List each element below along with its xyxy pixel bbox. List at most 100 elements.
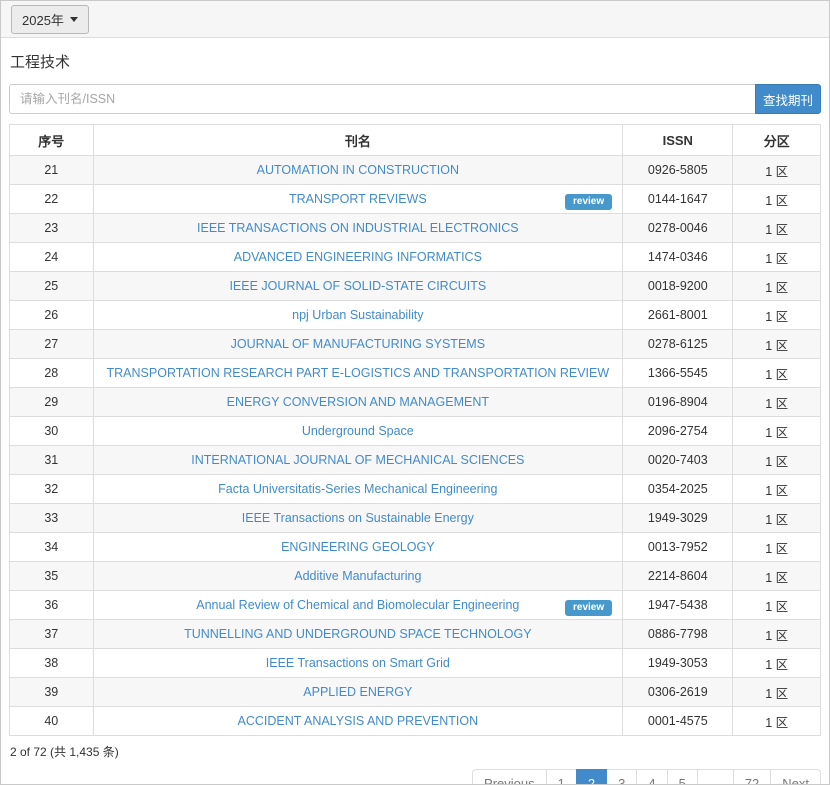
partition-cell: 1 区 xyxy=(733,707,821,736)
journal-name-link[interactable]: TUNNELLING AND UNDERGROUND SPACE TECHNOL… xyxy=(184,627,532,641)
partition-cell: 1 区 xyxy=(733,156,821,185)
issn-cell: 0354-2025 xyxy=(623,475,733,504)
journal-name-link[interactable]: IEEE Transactions on Sustainable Energy xyxy=(242,511,474,525)
table-row: 34ENGINEERING GEOLOGY0013-79521 区 xyxy=(10,533,821,562)
journal-search-bar: 查找期刊 xyxy=(9,84,821,114)
journal-name-link[interactable]: JOURNAL OF MANUFACTURING SYSTEMS xyxy=(231,337,485,351)
journal-name-link[interactable]: npj Urban Sustainability xyxy=(292,308,423,322)
journal-name-cell: TRANSPORT REVIEWS review xyxy=(93,185,623,214)
table-row: 21AUTOMATION IN CONSTRUCTION0926-58051 区 xyxy=(10,156,821,185)
page-button-1[interactable]: 1 xyxy=(546,769,577,785)
journal-name-link[interactable]: ADVANCED ENGINEERING INFORMATICS xyxy=(234,250,482,264)
table-row: 30Underground Space2096-27541 区 xyxy=(10,417,821,446)
review-badge: review xyxy=(565,600,612,616)
page-title: 工程技术 xyxy=(10,51,821,72)
table-row: 35Additive Manufacturing2214-86041 区 xyxy=(10,562,821,591)
table-row: 32 Facta Universitatis-Series Mechanical … xyxy=(10,475,821,504)
journal-partition-page: 2025年 工程技术 查找期刊 序号 刊名 ISSN 分区 21AUTOMATI… xyxy=(0,0,830,785)
issn-cell: 0018-9200 xyxy=(623,272,733,301)
table-row: 33IEEE Transactions on Sustainable Energ… xyxy=(10,504,821,533)
page-button-next[interactable]: Next xyxy=(770,769,821,785)
table-footer: 2 of 72 (共 1,435 条) Previous12345…72Next xyxy=(9,743,821,785)
content-area: 工程技术 查找期刊 序号 刊名 ISSN 分区 21AUTOMATION IN … xyxy=(1,51,829,785)
table-row: 22 TRANSPORT REVIEWS review 0144-16471 区 xyxy=(10,185,821,214)
journal-name-link[interactable]: AUTOMATION IN CONSTRUCTION xyxy=(257,163,459,177)
journal-name-link[interactable]: Underground Space xyxy=(302,424,414,438)
journal-name-cell: AUTOMATION IN CONSTRUCTION xyxy=(93,156,623,185)
journal-name-link[interactable]: ENGINEERING GEOLOGY xyxy=(281,540,435,554)
journal-name-link[interactable]: TRANSPORTATION RESEARCH PART E-LOGISTICS… xyxy=(107,366,610,380)
search-input[interactable] xyxy=(9,84,756,114)
journal-name-link[interactable]: IEEE Transactions on Smart Grid xyxy=(266,656,450,670)
issn-cell: 0144-1647 xyxy=(623,185,733,214)
journal-name-cell: IEEE TRANSACTIONS ON INDUSTRIAL ELECTRON… xyxy=(93,214,623,243)
journal-name-cell: ENERGY CONVERSION AND MANAGEMENT xyxy=(93,388,623,417)
row-index: 25 xyxy=(10,272,94,301)
journal-name-cell: npj Urban Sustainability xyxy=(93,301,623,330)
table-row: 23 IEEE TRANSACTIONS ON INDUSTRIAL ELECTR… xyxy=(10,214,821,243)
row-index: 29 xyxy=(10,388,94,417)
page-button-previous[interactable]: Previous xyxy=(472,769,547,785)
row-index: 34 xyxy=(10,533,94,562)
partition-cell: 1 区 xyxy=(733,301,821,330)
issn-cell: 1947-5438 xyxy=(623,591,733,620)
page-button-5[interactable]: 5 xyxy=(667,769,698,785)
row-index: 21 xyxy=(10,156,94,185)
page-button-2[interactable]: 2 xyxy=(576,769,607,785)
journal-name-link[interactable]: Annual Review of Chemical and Biomolecul… xyxy=(196,598,519,612)
journal-name-cell: ADVANCED ENGINEERING INFORMATICS xyxy=(93,243,623,272)
journal-name-link[interactable]: Facta Universitatis-Series Mechanical En… xyxy=(218,482,497,496)
row-index: 22 xyxy=(10,185,94,214)
page-button-4[interactable]: 4 xyxy=(636,769,667,785)
pagination-row: Previous12345…72Next xyxy=(9,769,821,785)
journal-table-body: 21AUTOMATION IN CONSTRUCTION0926-58051 区… xyxy=(10,156,821,736)
issn-cell: 1366-5545 xyxy=(623,359,733,388)
journal-name-cell: Facta Universitatis-Series Mechanical En… xyxy=(93,475,623,504)
table-row: 36Annual Review of Chemical and Biomolec… xyxy=(10,591,821,620)
issn-cell: 1949-3029 xyxy=(623,504,733,533)
partition-cell: 1 区 xyxy=(733,678,821,707)
search-journal-button[interactable]: 查找期刊 xyxy=(755,84,821,114)
review-badge: review xyxy=(565,194,612,210)
partition-cell: 1 区 xyxy=(733,185,821,214)
issn-cell: 0020-7403 xyxy=(623,446,733,475)
issn-cell: 0306-2619 xyxy=(623,678,733,707)
journal-name-cell: ENGINEERING GEOLOGY xyxy=(93,533,623,562)
table-row: 38IEEE Transactions on Smart Grid1949-30… xyxy=(10,649,821,678)
journal-name-link[interactable]: ACCIDENT ANALYSIS AND PREVENTION xyxy=(238,714,479,728)
table-row: 24ADVANCED ENGINEERING INFORMATICS1474-0… xyxy=(10,243,821,272)
journal-name-link[interactable]: IEEE TRANSACTIONS ON INDUSTRIAL ELECTRON… xyxy=(197,221,519,235)
table-row: 39APPLIED ENERGY0306-26191 区 xyxy=(10,678,821,707)
table-row: 26npj Urban Sustainability2661-80011 区 xyxy=(10,301,821,330)
issn-cell: 1474-0346 xyxy=(623,243,733,272)
issn-cell: 0001-4575 xyxy=(623,707,733,736)
year-dropdown-button[interactable]: 2025年 xyxy=(11,5,89,34)
row-index: 27 xyxy=(10,330,94,359)
page-button-3[interactable]: 3 xyxy=(606,769,637,785)
row-index: 35 xyxy=(10,562,94,591)
journal-name-link[interactable]: TRANSPORT REVIEWS xyxy=(289,192,427,206)
journal-name-link[interactable]: APPLIED ENERGY xyxy=(303,685,412,699)
journal-name-link[interactable]: INTERNATIONAL JOURNAL OF MECHANICAL SCIE… xyxy=(191,453,524,467)
partition-cell: 1 区 xyxy=(733,272,821,301)
journal-name-cell: APPLIED ENERGY xyxy=(93,678,623,707)
journal-name-cell: TRANSPORTATION RESEARCH PART E-LOGISTICS… xyxy=(93,359,623,388)
issn-cell: 0278-6125 xyxy=(623,330,733,359)
issn-cell: 1949-3053 xyxy=(623,649,733,678)
table-row: 28TRANSPORTATION RESEARCH PART E-LOGISTI… xyxy=(10,359,821,388)
issn-cell: 2661-8001 xyxy=(623,301,733,330)
journal-name-link[interactable]: Additive Manufacturing xyxy=(294,569,421,583)
row-index: 23 xyxy=(10,214,94,243)
table-row: 40ACCIDENT ANALYSIS AND PREVENTION0001-4… xyxy=(10,707,821,736)
partition-cell: 1 区 xyxy=(733,388,821,417)
partition-cell: 1 区 xyxy=(733,562,821,591)
journal-name-link[interactable]: ENERGY CONVERSION AND MANAGEMENT xyxy=(227,395,489,409)
partition-cell: 1 区 xyxy=(733,446,821,475)
journal-name-link[interactable]: IEEE JOURNAL OF SOLID-STATE CIRCUITS xyxy=(229,279,486,293)
row-index: 32 xyxy=(10,475,94,504)
partition-cell: 1 区 xyxy=(733,649,821,678)
table-row: 37TUNNELLING AND UNDERGROUND SPACE TECHN… xyxy=(10,620,821,649)
page-button-72[interactable]: 72 xyxy=(733,769,771,785)
table-row: 25 IEEE JOURNAL OF SOLID-STATE CIRCUITS 00… xyxy=(10,272,821,301)
table-row: 29ENERGY CONVERSION AND MANAGEMENT0196-8… xyxy=(10,388,821,417)
